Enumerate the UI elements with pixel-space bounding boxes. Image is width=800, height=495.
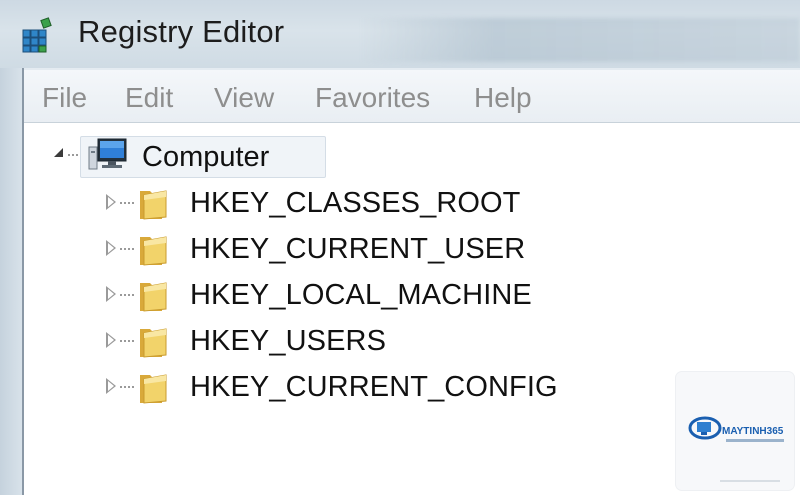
menu-bar: File Edit View Favorites Help <box>24 70 800 123</box>
folder-icon <box>140 374 167 404</box>
tree-connector <box>120 340 134 342</box>
folder-icon <box>140 190 167 220</box>
folder-icon <box>140 282 167 312</box>
expand-arrow-icon[interactable] <box>106 332 116 348</box>
window-title: Registry Editor <box>78 14 285 49</box>
tree-node-key[interactable]: HKEY_CURRENT_USER <box>24 227 800 269</box>
tree-node-key[interactable]: HKEY_USERS <box>24 319 800 361</box>
folder-icon <box>140 328 167 358</box>
tree-node-key[interactable]: HKEY_LOCAL_MACHINE <box>24 273 800 315</box>
tree-label-computer: Computer <box>142 141 270 173</box>
expand-arrow-icon[interactable] <box>106 378 116 394</box>
window-frame-left <box>0 68 22 495</box>
tree-label-key: HKEY_CLASSES_ROOT <box>190 187 521 219</box>
watermark-tagline <box>726 439 784 442</box>
menu-help[interactable]: Help <box>474 82 532 114</box>
collapse-arrow-icon[interactable] <box>54 148 63 157</box>
expand-arrow-icon[interactable] <box>106 240 116 256</box>
registry-editor-icon <box>22 17 52 53</box>
menu-file[interactable]: File <box>42 82 87 114</box>
watermark-logo: MAYTINH365 <box>676 372 794 490</box>
brand-logo-icon <box>688 416 722 440</box>
watermark-url-line <box>720 480 780 482</box>
menu-favorites[interactable]: Favorites <box>315 82 430 114</box>
tree-connector <box>120 294 134 296</box>
tree-label-key: HKEY_LOCAL_MACHINE <box>190 279 532 311</box>
tree-label-key: HKEY_CURRENT_USER <box>190 233 526 265</box>
menu-edit[interactable]: Edit <box>125 82 173 114</box>
tree-connector <box>120 248 134 250</box>
menu-view[interactable]: View <box>214 82 274 114</box>
tree-node-computer[interactable]: Computer <box>24 133 800 178</box>
expand-arrow-icon[interactable] <box>106 194 116 210</box>
title-bar-blur <box>360 18 800 62</box>
tree-node-key[interactable]: HKEY_CLASSES_ROOT <box>24 181 800 223</box>
computer-icon <box>88 138 127 170</box>
tree-connector <box>120 386 134 388</box>
tree-connector <box>120 202 134 204</box>
tree-label-key: HKEY_USERS <box>190 325 387 357</box>
watermark-brand: MAYTINH365 <box>722 426 784 437</box>
tree-label-key: HKEY_CURRENT_CONFIG <box>190 371 558 403</box>
folder-icon <box>140 236 167 266</box>
title-bar[interactable]: Registry Editor <box>0 0 800 68</box>
expand-arrow-icon[interactable] <box>106 286 116 302</box>
